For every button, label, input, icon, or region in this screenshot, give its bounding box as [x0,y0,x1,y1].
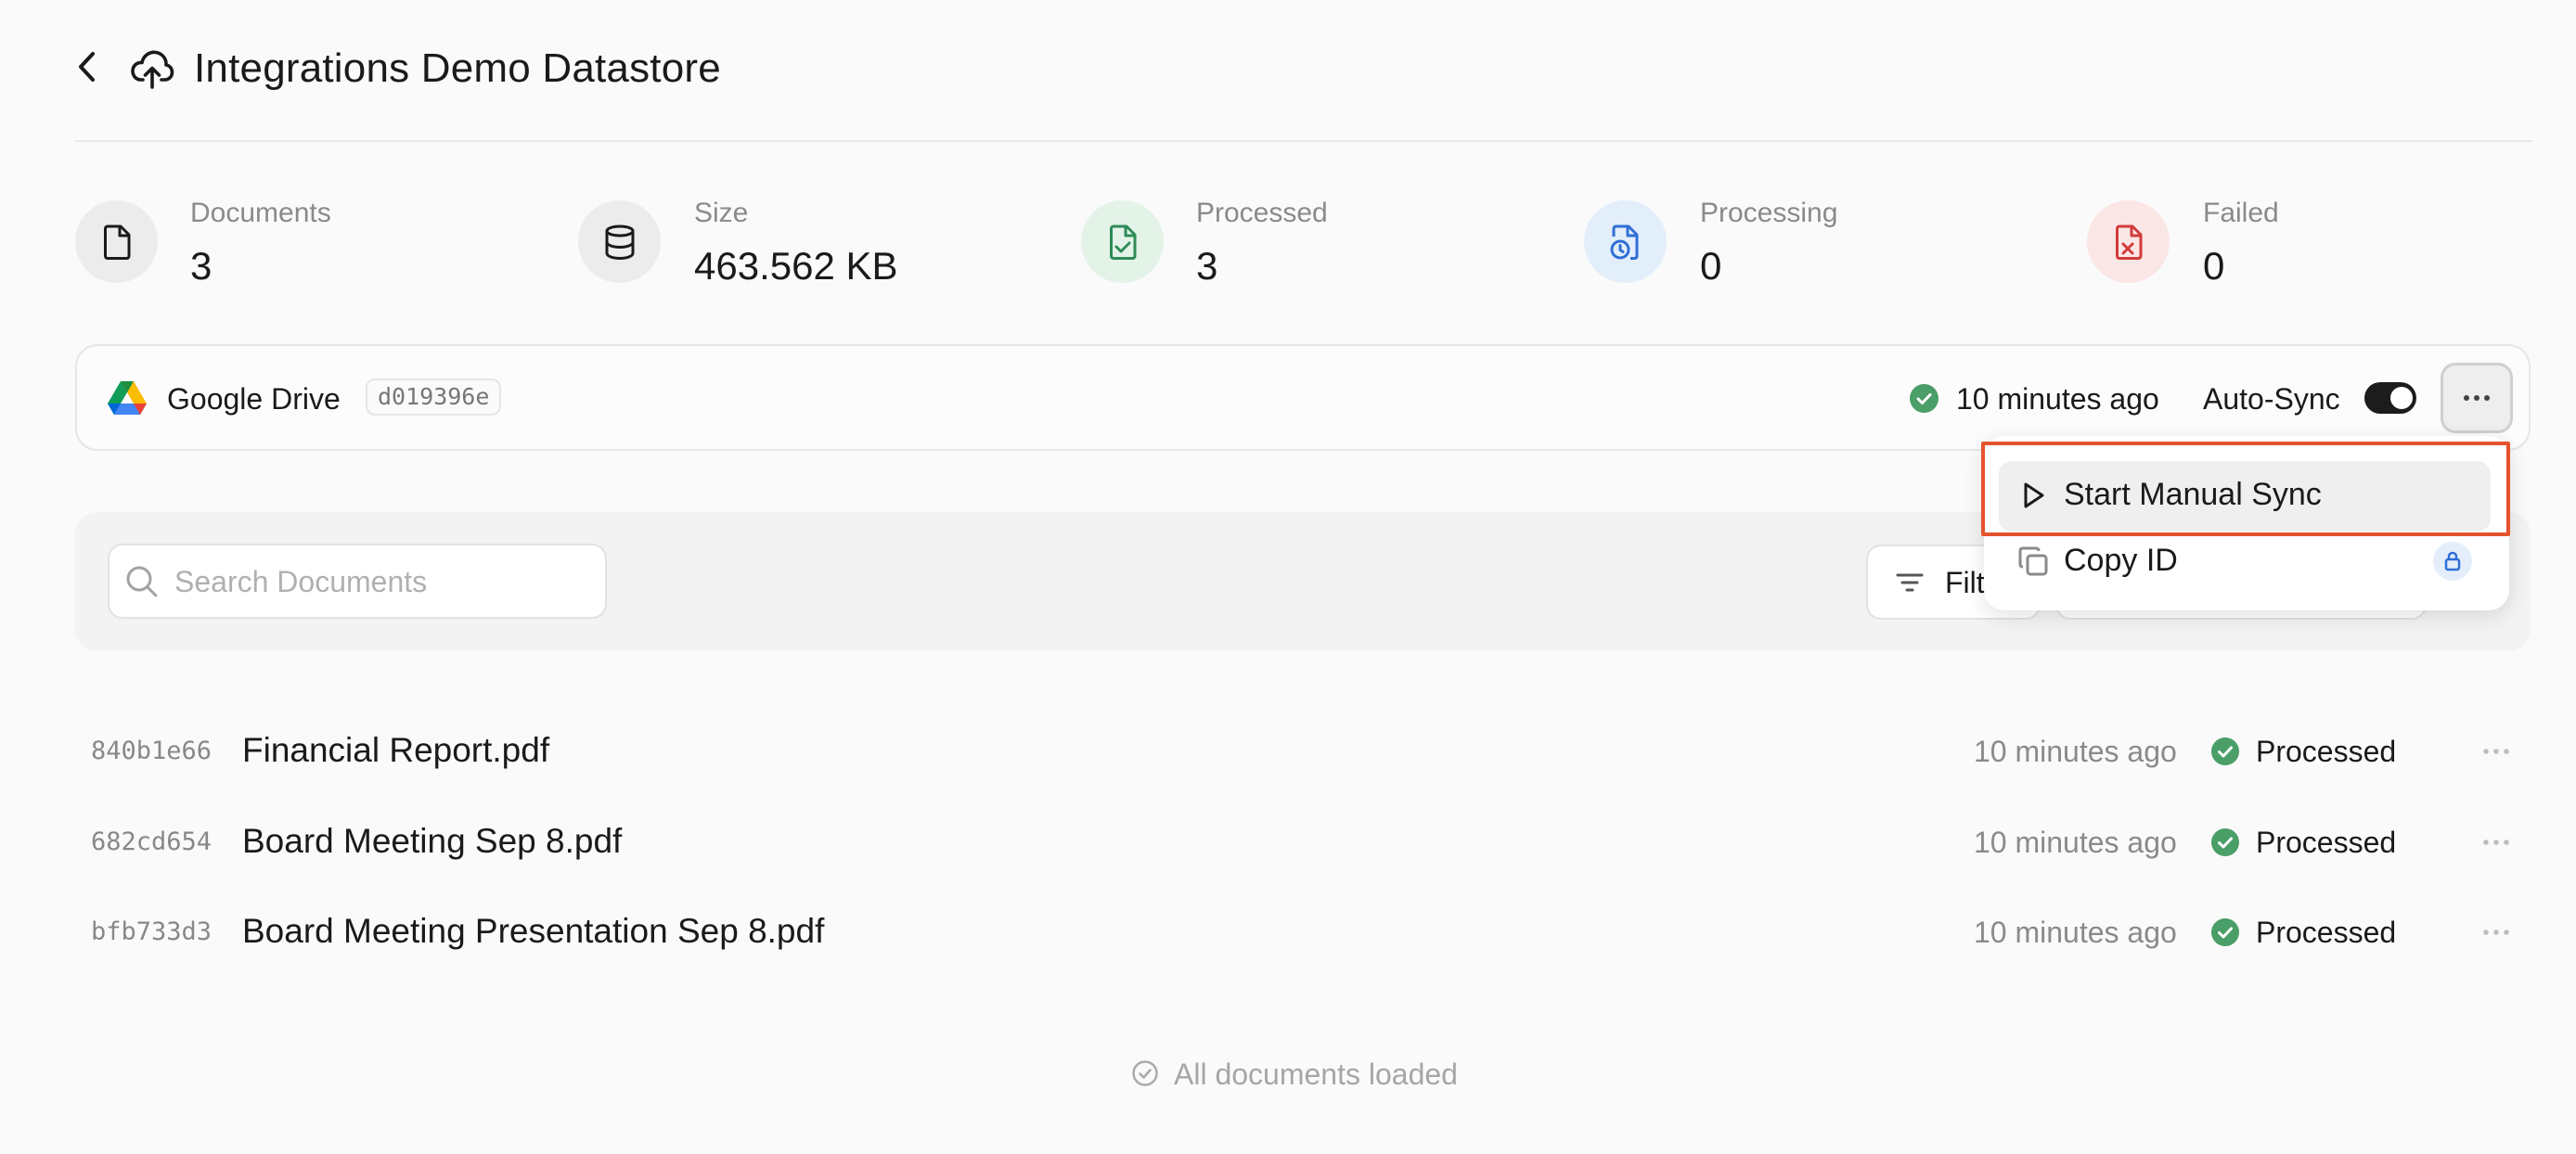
copy-icon [2017,545,2049,577]
check-circle-outline-icon [1131,1059,1159,1087]
database-icon [605,224,634,260]
check-circle-icon [2211,918,2239,946]
failed-stat-value: 0 [2203,244,2225,288]
processing-stat-label: Processing [1700,198,1838,228]
failed-stat-icon-wrap [2087,200,2170,283]
google-drive-icon [108,379,147,415]
doc-more-button[interactable] [2476,918,2517,946]
file-check-icon [1109,224,1136,260]
processed-stat-label: Processed [1196,198,1328,228]
doc-id: 682cd654 [91,827,213,856]
lock-icon [2433,542,2472,581]
doc-status: Processed [2256,735,2397,768]
check-circle-icon [2211,828,2239,856]
search-input[interactable] [173,547,594,616]
processed-stat-value: 3 [1196,244,1218,288]
doc-status: Processed [2256,916,2397,949]
back-button[interactable] [67,46,108,87]
connector-id-badge: d019396e [366,378,502,416]
doc-id: bfb733d3 [91,917,213,946]
menu-item-start-manual-sync-label: Start Manual Sync [2064,477,2322,512]
doc-id: 840b1e66 [91,737,213,765]
doc-time: 10 minutes ago [1974,735,2177,768]
chevron-left-icon [79,52,95,82]
list-footer-status: All documents loaded [1174,1058,1458,1091]
more-horizontal-icon [2483,749,2509,754]
doc-more-button[interactable] [2476,828,2517,856]
processed-stat-icon-wrap [1081,200,1164,283]
file-icon [103,224,130,260]
size-stat-icon-wrap [578,200,661,283]
doc-status: Processed [2256,826,2397,859]
doc-more-button[interactable] [2476,737,2517,765]
cloud-upload-icon [130,46,174,91]
documents-stat-label: Documents [190,198,331,228]
doc-name[interactable]: Board Meeting Sep 8.pdf [242,820,622,863]
doc-time: 10 minutes ago [1974,916,2177,949]
toggle-knob [2390,387,2413,409]
size-stat-value: 463.562 KB [694,244,898,288]
documents-stat-icon-wrap [75,200,158,283]
check-circle-icon [2211,737,2239,765]
processing-stat-value: 0 [1700,244,1722,288]
last-sync-time: 10 minutes ago [1956,382,2159,416]
doc-time: 10 minutes ago [1974,826,2177,859]
search-icon [124,564,160,599]
processing-stat-icon-wrap [1584,200,1667,283]
check-circle-icon [1910,384,1938,413]
documents-stat-value: 3 [190,244,213,288]
file-x-icon [2115,224,2142,260]
header-divider [75,140,2532,142]
doc-name[interactable]: Board Meeting Presentation Sep 8.pdf [242,910,824,953]
more-horizontal-icon [2464,395,2490,401]
more-horizontal-icon [2483,840,2509,845]
doc-name[interactable]: Financial Report.pdf [242,729,549,772]
autosync-label: Auto-Sync [2203,382,2340,416]
filter-icon [1895,568,1925,597]
failed-stat-label: Failed [2203,198,2279,228]
connector-more-button[interactable] [2441,363,2513,433]
menu-item-copy-id-label: Copy ID [2064,543,2178,578]
autosync-toggle[interactable] [2364,382,2416,414]
file-clock-icon [1610,224,1638,260]
connector-name: Google Drive [167,382,341,416]
page-title: Integrations Demo Datastore [194,45,721,91]
play-icon [2017,480,2049,511]
size-stat-label: Size [694,198,749,228]
more-horizontal-icon [2483,930,2509,935]
